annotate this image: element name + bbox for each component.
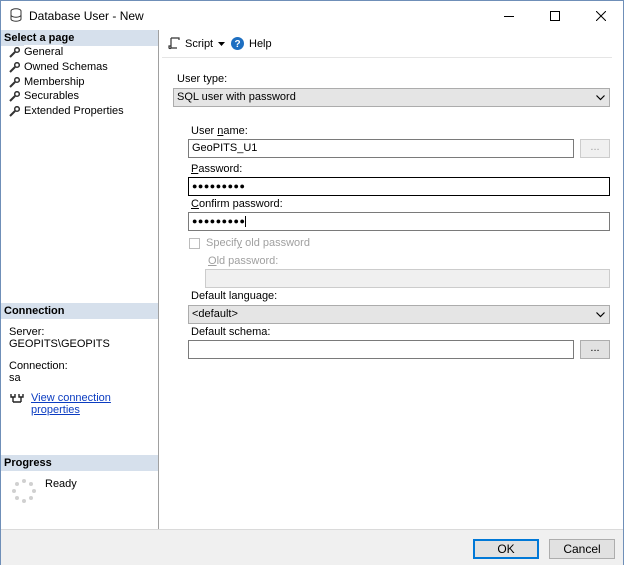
connection-header: Connection <box>1 303 158 319</box>
bottom-button-bar: OK Cancel <box>1 529 623 565</box>
default-language-label: Default language: <box>191 290 278 302</box>
default-schema-browse-button[interactable]: ... <box>580 340 610 359</box>
password-label: Password: <box>191 163 243 175</box>
title-bar: Database User - New <box>1 1 623 30</box>
wrench-icon <box>9 90 20 102</box>
cancel-button[interactable]: Cancel <box>549 539 615 559</box>
connection-value: sa <box>9 372 21 384</box>
help-label: Help <box>249 37 272 50</box>
default-language-select[interactable]: <default> <box>188 305 610 324</box>
page-item-general[interactable]: General <box>9 45 64 59</box>
wrench-icon <box>9 76 20 88</box>
page-item-label: Extended Properties <box>24 105 124 117</box>
left-panel: Select a page General Owned Schemas Memb… <box>1 30 159 529</box>
toolbar-separator <box>162 57 612 58</box>
page-item-securables[interactable]: Securables <box>9 89 79 103</box>
user-type-select[interactable]: SQL user with password <box>173 88 610 107</box>
window-title: Database User - New <box>29 9 144 23</box>
database-icon <box>10 8 22 22</box>
old-password-label: Old password: <box>208 255 279 267</box>
user-type-label: User type: <box>177 73 228 85</box>
page-item-extended-properties[interactable]: Extended Properties <box>9 104 124 118</box>
view-connection-properties-link[interactable]: View connection properties <box>31 392 158 416</box>
maximize-button[interactable] <box>532 1 578 30</box>
server-value: GEOPITS\GEOPITS <box>9 338 110 350</box>
specify-old-password-label: Specify old password <box>206 237 310 249</box>
progress-spinner-icon <box>12 479 36 503</box>
close-button[interactable] <box>578 1 624 30</box>
minimize-icon <box>504 15 514 17</box>
script-button[interactable]: Script <box>168 37 213 50</box>
page-item-label: Membership <box>24 76 85 88</box>
help-button[interactable]: ? Help <box>231 37 272 50</box>
dialog-window: Database User - New Select a page Genera… <box>0 0 624 565</box>
user-name-field[interactable]: GeoPITS_U1 <box>188 139 574 158</box>
wrench-icon <box>9 105 20 117</box>
user-type-value: SQL user with password <box>177 91 296 103</box>
confirm-password-value: ●●●●●●●●● <box>192 216 246 226</box>
wrench-icon <box>9 61 20 73</box>
text-caret <box>245 216 247 228</box>
maximize-icon <box>550 10 560 21</box>
default-language-value: <default> <box>192 308 238 320</box>
server-label: Server: <box>9 326 45 338</box>
default-schema-label: Default schema: <box>191 326 271 338</box>
svg-text:?: ? <box>234 39 240 50</box>
minimize-button[interactable] <box>486 1 532 30</box>
specify-old-password-checkbox[interactable] <box>189 238 200 249</box>
close-icon <box>596 10 606 21</box>
page-item-owned-schemas[interactable]: Owned Schemas <box>9 60 108 74</box>
script-label: Script <box>185 37 214 50</box>
confirm-password-field[interactable]: ●●●●●●●●● <box>188 212 610 231</box>
ok-button[interactable]: OK <box>473 539 539 559</box>
user-name-label: User name: <box>191 125 248 137</box>
password-field[interactable]: ●●●●●●●●● <box>188 177 610 196</box>
connection-label: Connection: <box>9 360 68 372</box>
connection-plug-icon <box>10 394 24 403</box>
script-icon <box>168 37 180 49</box>
progress-header: Progress <box>1 455 158 471</box>
old-password-field[interactable] <box>205 269 610 288</box>
page-item-label: Securables <box>24 90 80 102</box>
chevron-down-icon <box>596 95 605 101</box>
page-item-label: General <box>24 45 64 59</box>
toolbar: Script ? Help <box>160 30 623 58</box>
chevron-down-icon <box>596 312 605 318</box>
progress-status: Ready <box>45 478 77 490</box>
confirm-password-label: Confirm password: <box>191 198 283 210</box>
wrench-icon <box>9 46 20 58</box>
page-item-label: Owned Schemas <box>24 61 108 73</box>
page-item-membership[interactable]: Membership <box>9 75 85 89</box>
help-icon: ? <box>231 37 244 50</box>
user-name-browse-button[interactable]: ... <box>580 139 610 158</box>
select-page-header: Select a page <box>1 30 158 46</box>
default-schema-field[interactable] <box>188 340 574 359</box>
script-dropdown-arrow-icon[interactable] <box>218 42 225 46</box>
